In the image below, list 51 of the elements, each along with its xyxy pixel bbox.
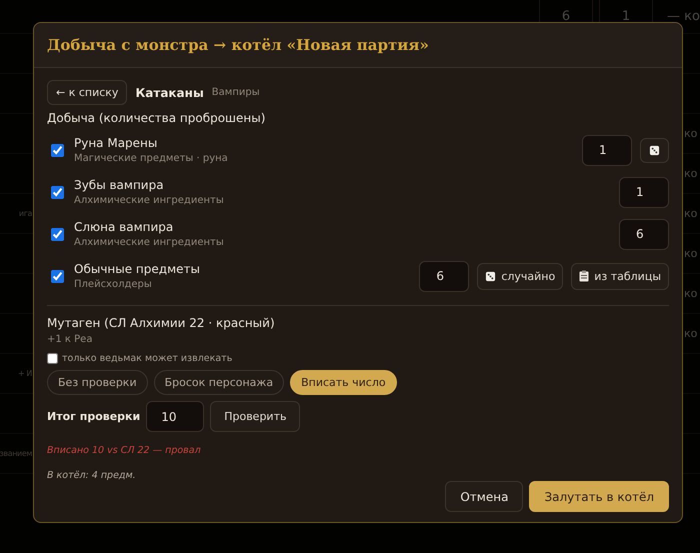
quantity-field[interactable]: 1 <box>582 134 632 166</box>
background-text: ко <box>684 287 698 300</box>
mutagen-effect: +1 к Реа <box>47 334 94 345</box>
roll-button[interactable] <box>640 138 669 162</box>
background-text: ко <box>684 127 698 140</box>
background-text: ко <box>684 167 698 180</box>
witcher-only-checkbox[interactable] <box>47 353 58 364</box>
dice-icon <box>485 270 496 282</box>
item-checkbox[interactable] <box>51 270 64 282</box>
dice-icon <box>649 144 660 156</box>
quantity-field[interactable]: 1 <box>619 176 669 208</box>
item-category: Алхимические ингредиенты <box>74 237 225 248</box>
cancel-button[interactable]: Отмена <box>445 481 524 512</box>
result-label: Итог проверки <box>47 410 140 423</box>
monster-category: Вампиры <box>212 87 260 98</box>
item-name: Зубы вампира <box>74 178 165 192</box>
background-text: званием <box>0 449 32 458</box>
confirm-button[interactable]: Залутать в котёл <box>529 481 669 512</box>
monster-name: Катаканы <box>135 86 204 100</box>
item-category: Магические предметы · руна <box>74 153 229 164</box>
dialog-title: Добыча с монстра → котёл «Новая партия» <box>47 36 429 54</box>
clipboard-icon <box>579 270 590 282</box>
result-field[interactable]: 10 <box>146 401 204 432</box>
item-checkbox[interactable] <box>51 144 64 156</box>
item-name: Слюна вампира <box>74 220 174 234</box>
item-checkbox[interactable] <box>51 228 64 240</box>
check-button[interactable]: Проверить <box>210 401 300 432</box>
random-button[interactable]: случайно <box>477 262 564 290</box>
background-text: ига <box>18 209 32 218</box>
item-category: Плейсхолдеры <box>74 279 153 290</box>
check-mode-option[interactable]: Бросок персонажа <box>154 370 284 395</box>
table-button[interactable]: из таблицы <box>571 262 669 290</box>
check-mode-option[interactable]: Вписать число <box>290 370 397 395</box>
back-button[interactable]: ← к списку <box>47 80 128 105</box>
background-cell-text: — ко <box>666 8 700 26</box>
witcher-only-label: только ведьмак может извлекать <box>62 353 232 364</box>
loot-heading: Добыча (количества проброшены) <box>47 111 266 125</box>
check-mode-option[interactable]: Без проверки <box>47 370 148 395</box>
cauldron-summary: В котёл: 4 предм. <box>47 470 137 481</box>
quantity-field[interactable]: 6 <box>619 218 669 250</box>
item-name: Руна Марены <box>74 136 158 150</box>
mutagen-title: Мутаген (СЛ Алхимии 22 · красный) <box>47 316 276 330</box>
item-category: Алхимические ингредиенты <box>74 195 225 206</box>
item-name: Обычные предметы <box>74 262 201 276</box>
background-text: ко <box>684 247 698 260</box>
background-text: + И <box>18 369 32 378</box>
item-checkbox[interactable] <box>51 186 64 198</box>
background-text: ко <box>684 207 698 220</box>
quantity-field[interactable]: 6 <box>419 260 470 292</box>
background-text: ко <box>684 327 698 340</box>
check-outcome: Вписано 10 vs СЛ 22 — провал <box>47 445 202 456</box>
